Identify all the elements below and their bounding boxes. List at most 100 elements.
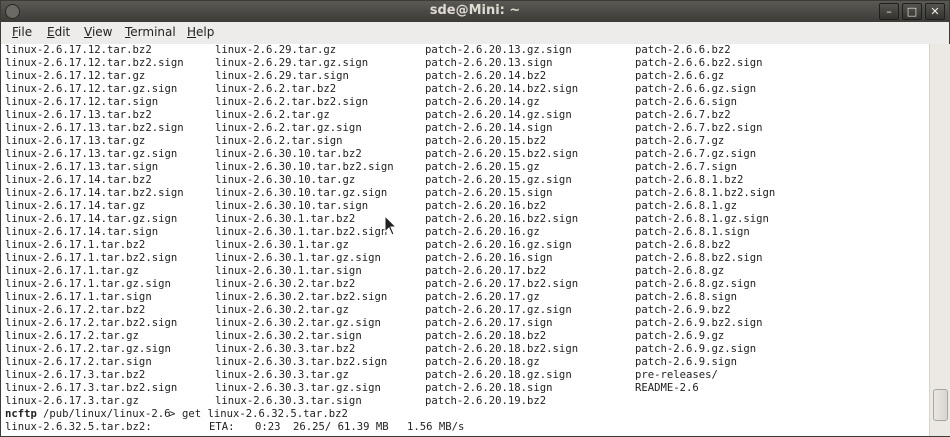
listing-row: linux-2.6.17.2.tar.gz linux-2.6.30.2.tar.… [5,330,925,343]
menu-edit[interactable]: Edit [47,25,70,39]
scrollbar[interactable] [929,44,950,436]
listing-row: linux-2.6.17.2.tar.bz2 linux-2.6.30.2.tar… [5,304,925,317]
listing-entry: patch-2.6.20.14.gz.sign [425,109,572,121]
listing-entry: linux-2.6.17.12.tar.gz [5,70,146,82]
listing-entry: linux-2.6.30.10.tar.sign [215,200,369,212]
listing-entry: linux-2.6.17.12.tar.sign [5,96,159,108]
listing-row: linux-2.6.17.14.tar.gz linux-2.6.30.10.ta… [5,200,925,213]
listing-entry: patch-2.6.8.sign [635,291,738,303]
listing-entry: patch-2.6.20.17.bz2.sign [425,278,579,290]
listing-entry: patch-2.6.20.15.gz.sign [425,174,572,186]
listing-entry: linux-2.6.2.tar.bz2.sign [215,96,369,108]
listing-entry: patch-2.6.20.15.bz2.sign [425,148,579,160]
listing-entry: patch-2.6.20.14.gz [425,96,540,108]
listing-row: linux-2.6.17.2.tar.bz2.sign linux-2.6.30.… [5,317,925,330]
prompt-path: /pub/linux/linux-2.6 [43,408,171,420]
listing-row: linux-2.6.17.13.tar.sign linux-2.6.30.10.… [5,161,925,174]
listing-entry: linux-2.6.17.1.tar.bz2.sign [5,252,178,264]
listing-row: linux-2.6.17.12.tar.sign linux-2.6.2.tar.… [5,96,925,109]
listing-row: linux-2.6.17.2.tar.gz.sign linux-2.6.30.3… [5,343,925,356]
listing-entry: linux-2.6.30.10.tar.bz2 [215,148,362,160]
menu-view[interactable]: View [84,25,112,39]
menu-bar: File Edit View Terminal Help [1,22,949,45]
listing-entry: linux-2.6.17.1.tar.gz [5,265,139,277]
listing-entry: linux-2.6.17.14.tar.gz.sign [5,213,178,225]
listing-entry: patch-2.6.20.18.gz [425,356,540,368]
listing-entry: linux-2.6.29.tar.gz.sign [215,57,369,69]
listing-entry: patch-2.6.20.18.bz2.sign [425,343,579,355]
listing-entry: linux-2.6.17.2.tar.gz [5,330,139,342]
listing-row: linux-2.6.17.13.tar.gz linux-2.6.2.tar.si… [5,135,925,148]
minimize-button[interactable]: – [879,3,899,20]
listing-entry: linux-2.6.29.tar.sign [215,70,349,82]
listing-entry: patch-2.6.6.bz2.sign [635,57,763,69]
scrollbar-thumb[interactable] [933,389,948,421]
listing-row: linux-2.6.17.13.tar.gz.sign linux-2.6.30.… [5,148,925,161]
listing-row: linux-2.6.17.14.tar.gz.sign linux-2.6.30.… [5,213,925,226]
menu-terminal[interactable]: Terminal [125,25,176,39]
listing-entry: linux-2.6.30.2.tar.sign [215,330,362,342]
listing-entry: patch-2.6.6.gz [635,70,725,82]
listing-entry: patch-2.6.9.gz.sign [635,343,757,355]
listing-entry: linux-2.6.30.10.tar.gz.sign [215,187,388,199]
listing-entry: linux-2.6.17.14.tar.bz2 [5,174,152,186]
listing-row: linux-2.6.17.12.tar.gz.sign linux-2.6.2.t… [5,83,925,96]
terminal-output[interactable]: linux-2.6.17.12.tar.bz2 linux-2.6.29.tar.… [1,44,929,436]
listing-entry: patch-2.6.9.gz [635,330,725,342]
listing-entry: linux-2.6.17.1.tar.sign [5,291,152,303]
listing-entry: linux-2.6.17.2.tar.bz2.sign [5,317,178,329]
listing-entry: patch-2.6.7.gz.sign [635,148,757,160]
listing-entry: linux-2.6.30.2.tar.bz2 [215,278,356,290]
listing-entry: patch-2.6.20.15.sign [425,187,553,199]
listing-entry: linux-2.6.30.1.tar.bz2.sign [215,226,388,238]
listing-entry: linux-2.6.2.tar.gz [215,109,330,121]
menu-help[interactable]: Help [187,25,214,39]
listing-entry: patch-2.6.20.13.sign [425,57,553,69]
listing-row: linux-2.6.17.14.tar.bz2 linux-2.6.30.10.t… [5,174,925,187]
listing-entry: linux-2.6.30.10.tar.gz [215,174,356,186]
listing-row: linux-2.6.17.1.tar.bz2 linux-2.6.30.1.tar… [5,239,925,252]
mouse-pointer-icon [384,215,398,236]
progress-eta-label: ETA: [209,421,235,433]
progress-filename: linux-2.6.32.5.tar.bz2: [5,421,152,433]
menu-file-rest: ile [18,25,33,39]
listing-entry: linux-2.6.17.3.tar.bz2 [5,369,146,381]
listing-entry: patch-2.6.20.13.gz.sign [425,44,572,56]
window-title: sde@Mini: ~ [429,3,521,18]
progress-line: linux-2.6.32.5.tar.bz2: ETA: 0:23 26.25/… [5,421,925,434]
listing-entry: patch-2.6.20.16.bz2.sign [425,213,579,225]
listing-row: linux-2.6.17.3.tar.bz2.sign linux-2.6.30.… [5,382,925,395]
listing-entry: patch-2.6.20.14.sign [425,122,553,134]
listing-entry: linux-2.6.17.3.tar.gz [5,395,139,407]
listing-entry: README-2.6 [635,382,699,394]
maximize-button[interactable]: □ [902,3,922,20]
listing-entry: linux-2.6.30.2.tar.bz2.sign [215,291,388,303]
close-button[interactable]: ✕ [925,3,945,20]
listing-entry: linux-2.6.17.2.tar.sign [5,356,152,368]
listing-entry: patch-2.6.7.sign [635,161,738,173]
title-bar[interactable]: sde@Mini: ~ – □ ✕ [1,1,949,22]
menu-view-rest: iew [91,25,113,39]
listing-entry: linux-2.6.30.1.tar.sign [215,265,362,277]
listing-row: linux-2.6.17.14.tar.bz2.sign linux-2.6.30… [5,187,925,200]
listing-entry: patch-2.6.9.bz2.sign [635,317,763,329]
listing-entry: linux-2.6.29.tar.gz [215,44,337,56]
listing-entry: linux-2.6.17.12.tar.bz2 [5,44,152,56]
listing-entry: linux-2.6.30.2.tar.gz.sign [215,317,381,329]
menu-help-mnemonic: H [187,25,197,39]
listing-entry: patch-2.6.6.gz.sign [635,83,757,95]
listing-entry: patch-2.6.8.1.gz.sign [635,213,769,225]
listing-entry: patch-2.6.20.16.bz2 [425,200,547,212]
listing-entry: linux-2.6.17.1.tar.gz.sign [5,278,171,290]
listing-entry: linux-2.6.17.2.tar.gz.sign [5,343,171,355]
listing-entry: linux-2.6.30.3.tar.gz.sign [215,382,381,394]
listing-entry: patch-2.6.20.18.gz.sign [425,369,572,381]
listing-entry: linux-2.6.30.1.tar.bz2 [215,213,356,225]
listing-entry: patch-2.6.8.1.sign [635,226,750,238]
menu-file[interactable]: File [12,25,32,39]
listing-entry: patch-2.6.20.15.bz2 [425,135,547,147]
listing-entry: linux-2.6.30.3.tar.bz2.sign [215,356,388,368]
listing-entry: linux-2.6.17.13.tar.gz [5,135,146,147]
listing-row: linux-2.6.17.1.tar.bz2.sign linux-2.6.30.… [5,252,925,265]
listing-entry: linux-2.6.17.14.tar.sign [5,226,159,238]
